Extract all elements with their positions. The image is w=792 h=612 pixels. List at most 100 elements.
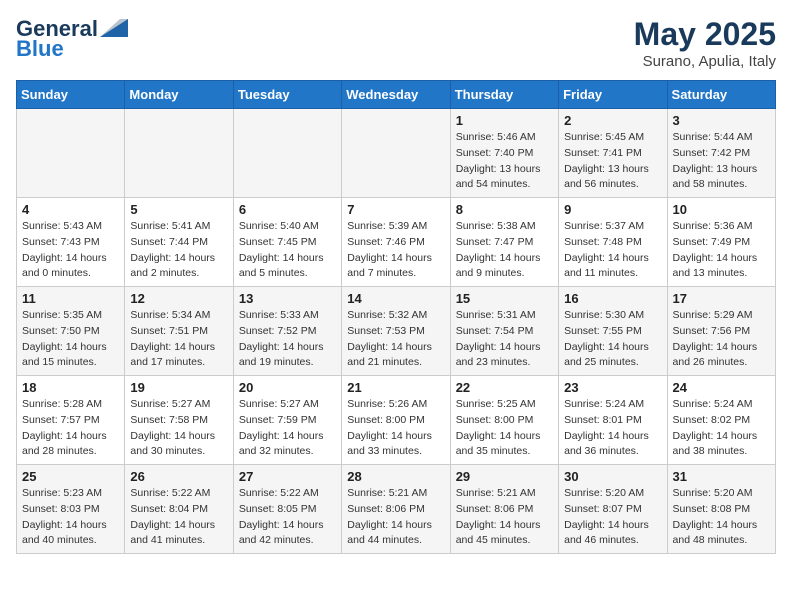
day-info-text: Sunset: 7:50 PM (22, 324, 119, 340)
day-number: 5 (130, 202, 227, 217)
day-info-text: Daylight: 14 hours (456, 340, 553, 356)
day-number: 25 (22, 469, 119, 484)
day-info-text: Daylight: 14 hours (347, 429, 444, 445)
day-info-text: Sunrise: 5:32 AM (347, 308, 444, 324)
day-info-text: Sunset: 7:53 PM (347, 324, 444, 340)
day-header-saturday: Saturday (667, 81, 775, 109)
day-info-text: Sunset: 7:49 PM (673, 235, 770, 251)
day-number: 7 (347, 202, 444, 217)
day-info-text: Sunrise: 5:22 AM (239, 486, 336, 502)
day-number: 13 (239, 291, 336, 306)
day-cell: 22Sunrise: 5:25 AMSunset: 8:00 PMDayligh… (450, 376, 558, 465)
day-info-text: and 2 minutes. (130, 266, 227, 282)
day-info-text: Sunset: 8:06 PM (456, 502, 553, 518)
day-info-text: Daylight: 13 hours (673, 162, 770, 178)
day-info-text: Sunrise: 5:31 AM (456, 308, 553, 324)
day-header-sunday: Sunday (17, 81, 125, 109)
day-info-text: Sunset: 7:59 PM (239, 413, 336, 429)
day-number: 8 (456, 202, 553, 217)
day-cell: 13Sunrise: 5:33 AMSunset: 7:52 PMDayligh… (233, 287, 341, 376)
day-info-text: Daylight: 14 hours (347, 251, 444, 267)
day-info-text: Daylight: 14 hours (673, 251, 770, 267)
day-info-text: and 13 minutes. (673, 266, 770, 282)
day-header-wednesday: Wednesday (342, 81, 450, 109)
day-info-text: Sunset: 7:57 PM (22, 413, 119, 429)
day-info-text: and 54 minutes. (456, 177, 553, 193)
day-info-text: Daylight: 14 hours (347, 340, 444, 356)
logo-blue: Blue (16, 36, 64, 62)
day-info-text: Sunset: 7:55 PM (564, 324, 661, 340)
day-cell: 25Sunrise: 5:23 AMSunset: 8:03 PMDayligh… (17, 465, 125, 554)
calendar-table: SundayMondayTuesdayWednesdayThursdayFrid… (16, 80, 776, 554)
day-header-tuesday: Tuesday (233, 81, 341, 109)
day-info-text: and 17 minutes. (130, 355, 227, 371)
day-number: 14 (347, 291, 444, 306)
day-info-text: Sunset: 7:56 PM (673, 324, 770, 340)
day-info-text: Daylight: 14 hours (239, 429, 336, 445)
day-info-text: and 30 minutes. (130, 444, 227, 460)
day-info-text: Daylight: 14 hours (673, 340, 770, 356)
day-info-text: Sunset: 7:45 PM (239, 235, 336, 251)
day-info-text: Daylight: 14 hours (130, 340, 227, 356)
day-info-text: and 42 minutes. (239, 533, 336, 549)
day-info-text: and 32 minutes. (239, 444, 336, 460)
day-number: 27 (239, 469, 336, 484)
day-info-text: Daylight: 14 hours (456, 251, 553, 267)
day-header-thursday: Thursday (450, 81, 558, 109)
day-cell: 14 Sunrise: 5:32 AMSunset: 7:53 PMDayligh… (342, 287, 450, 376)
day-info-text: Sunset: 7:46 PM (347, 235, 444, 251)
day-info-text: Sunrise: 5:34 AM (130, 308, 227, 324)
day-number: 22 (456, 380, 553, 395)
calendar-header: SundayMondayTuesdayWednesdayThursdayFrid… (17, 81, 776, 109)
day-number: 11 (22, 291, 119, 306)
day-info-text: and 44 minutes. (347, 533, 444, 549)
day-info-text: Daylight: 14 hours (673, 518, 770, 534)
day-info-text: Sunrise: 5:26 AM (347, 397, 444, 413)
day-cell: 1Sunrise: 5:46 AMSunset: 7:40 PMDaylight… (450, 109, 558, 198)
day-cell: 24Sunrise: 5:24 AMSunset: 8:02 PMDayligh… (667, 376, 775, 465)
day-cell: 8Sunrise: 5:38 AMSunset: 7:47 PMDaylight… (450, 198, 558, 287)
day-number: 18 (22, 380, 119, 395)
week-row-2: 4Sunrise: 5:43 AMSunset: 7:43 PMDaylight… (17, 198, 776, 287)
day-number: 12 (130, 291, 227, 306)
day-info-text: and 46 minutes. (564, 533, 661, 549)
day-info-text: and 7 minutes. (347, 266, 444, 282)
day-info-text: and 26 minutes. (673, 355, 770, 371)
day-cell: 29Sunrise: 5:21 AMSunset: 8:06 PMDayligh… (450, 465, 558, 554)
day-info-text: and 33 minutes. (347, 444, 444, 460)
day-number: 26 (130, 469, 227, 484)
day-cell: 23Sunrise: 5:24 AMSunset: 8:01 PMDayligh… (559, 376, 667, 465)
day-cell: 17Sunrise: 5:29 AMSunset: 7:56 PMDayligh… (667, 287, 775, 376)
day-info-text: Daylight: 14 hours (239, 340, 336, 356)
day-number: 21 (347, 380, 444, 395)
logo-icon (100, 19, 128, 37)
day-info-text: Daylight: 14 hours (456, 429, 553, 445)
day-info-text: and 36 minutes. (564, 444, 661, 460)
day-info-text: Sunrise: 5:41 AM (130, 219, 227, 235)
day-info-text: Sunrise: 5:39 AM (347, 219, 444, 235)
day-cell: 15Sunrise: 5:31 AMSunset: 7:54 PMDayligh… (450, 287, 558, 376)
day-info-text: Sunrise: 5:25 AM (456, 397, 553, 413)
day-info-text: and 48 minutes. (673, 533, 770, 549)
day-cell: 11Sunrise: 5:35 AMSunset: 7:50 PMDayligh… (17, 287, 125, 376)
day-number: 16 (564, 291, 661, 306)
day-header-monday: Monday (125, 81, 233, 109)
day-number: 9 (564, 202, 661, 217)
title-block: May 2025 Surano, Apulia, Italy (634, 16, 776, 70)
day-cell: 30Sunrise: 5:20 AMSunset: 8:07 PMDayligh… (559, 465, 667, 554)
day-info-text: Sunrise: 5:20 AM (564, 486, 661, 502)
day-info-text: Sunrise: 5:27 AM (239, 397, 336, 413)
day-info-text: Sunrise: 5:23 AM (22, 486, 119, 502)
day-cell: 20Sunrise: 5:27 AMSunset: 7:59 PMDayligh… (233, 376, 341, 465)
week-row-5: 25Sunrise: 5:23 AMSunset: 8:03 PMDayligh… (17, 465, 776, 554)
day-info-text: Sunrise: 5:21 AM (347, 486, 444, 502)
day-cell: 21Sunrise: 5:26 AMSunset: 8:00 PMDayligh… (342, 376, 450, 465)
week-row-4: 18Sunrise: 5:28 AMSunset: 7:57 PMDayligh… (17, 376, 776, 465)
day-info-text: and 56 minutes. (564, 177, 661, 193)
day-number: 31 (673, 469, 770, 484)
day-info-text: Sunrise: 5:22 AM (130, 486, 227, 502)
day-info-text: and 28 minutes. (22, 444, 119, 460)
day-info-text: Daylight: 14 hours (564, 251, 661, 267)
day-info-text: Sunset: 7:51 PM (130, 324, 227, 340)
day-info-text: Daylight: 14 hours (239, 251, 336, 267)
